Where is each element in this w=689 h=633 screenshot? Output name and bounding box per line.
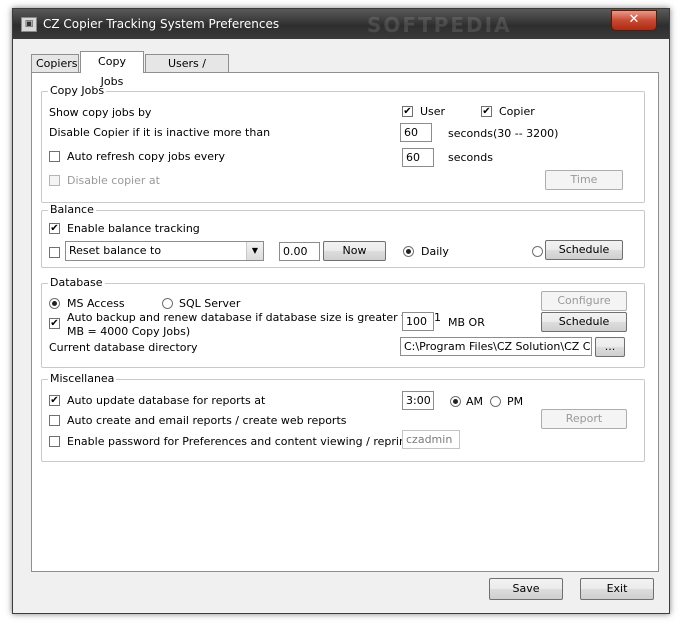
browse-button[interactable]: ... [595,337,625,357]
database-schedule-button[interactable]: Schedule [541,312,627,332]
am-radio[interactable] [450,396,461,407]
enable-balance-checkbox[interactable]: ✔ [49,223,60,234]
report-button[interactable]: Report [541,409,627,429]
auto-refresh-label: Auto refresh copy jobs every [67,150,226,163]
sql-server-label: SQL Server [179,297,241,310]
daily-label: Daily [421,245,449,258]
pm-radio[interactable] [490,396,501,407]
inactive-seconds-input[interactable]: 60 [400,123,432,142]
ms-access-radio[interactable] [49,298,60,309]
database-legend: Database [48,276,105,289]
password-input[interactable]: czadmin [402,430,460,449]
disable-at-label: Disable copier at [67,174,160,187]
time-button[interactable]: Time [545,170,623,190]
reset-balance-value: Reset balance to [69,244,162,257]
balance-schedule-button[interactable]: Schedule [545,240,623,260]
auto-create-checkbox[interactable] [49,415,60,426]
show-by-label: Show copy jobs by [49,106,152,119]
copier-label: Copier [499,105,535,118]
enable-password-checkbox[interactable] [49,436,60,447]
misc-legend: Miscellanea [48,372,117,385]
pm-label: PM [507,395,524,408]
printer-icon[interactable]: ▣ [21,17,37,32]
save-button[interactable]: Save [489,578,563,600]
close-icon[interactable]: ✕ [611,10,657,31]
tab-copy-jobs[interactable]: Copy Jobs [80,51,144,88]
user-checkbox[interactable]: ✔ [402,106,413,117]
auto-create-label: Auto create and email reports / create w… [67,414,347,427]
tab-copiers[interactable]: Copiers [31,54,79,72]
watermark: SOFTPEDIA [367,13,512,37]
db-directory-input[interactable]: C:\Program Files\CZ Solution\CZ Copier [400,337,592,356]
auto-refresh-unit: seconds [448,151,493,164]
now-button[interactable]: Now [323,241,386,261]
inactive-seconds-unit: seconds(30 -- 3200) [448,127,559,140]
auto-refresh-checkbox[interactable] [49,151,60,162]
disable-at-checkbox[interactable] [49,175,60,186]
daily-radio[interactable] [403,246,414,257]
enable-password-label: Enable password for Preferences and cont… [67,435,428,448]
report-time-input[interactable]: 3:00 [402,391,434,410]
auto-refresh-input[interactable]: 60 [402,148,434,167]
schedule-radio[interactable] [532,246,543,257]
auto-update-label: Auto update database for reports at [67,394,266,407]
user-label: User [420,105,446,118]
preferences-window: ▣ CZ Copier Tracking System Preferences … [12,8,670,614]
copier-checkbox[interactable]: ✔ [481,106,492,117]
reset-balance-select[interactable]: Reset balance to ▼ [65,241,264,261]
auto-backup-label-line1: Auto backup and renew database if databa… [67,311,441,324]
ms-access-label: MS Access [67,297,125,310]
reset-balance-checkbox[interactable] [49,247,60,258]
auto-update-checkbox[interactable]: ✔ [49,395,60,406]
chevron-down-icon[interactable]: ▼ [246,242,263,260]
backup-size-unit: MB OR [448,316,485,329]
exit-button[interactable]: Exit [580,578,654,600]
configure-button[interactable]: Configure [541,291,627,311]
backup-size-input[interactable]: 100 [402,312,434,331]
enable-balance-label: Enable balance tracking [67,222,200,235]
auto-backup-label-line2: MB = 4000 Copy Jobs) [67,325,191,338]
disable-inactive-label: Disable Copier if it is inactive more th… [49,126,271,139]
am-label: AM [466,395,484,408]
db-directory-label: Current database directory [49,341,198,354]
tab-users-groups[interactable]: Users / Groups [145,54,229,88]
balance-amount-input[interactable]: 0.00 [279,242,320,261]
tab-panel: Copy Jobs Show copy jobs by ✔ User ✔ Cop… [31,72,659,572]
auto-backup-checkbox[interactable]: ✔ [49,318,60,329]
window-title: CZ Copier Tracking System Preferences [43,17,280,31]
sql-server-radio[interactable] [162,298,173,309]
title-bar[interactable]: ▣ CZ Copier Tracking System Preferences … [13,9,669,39]
copy-jobs-legend: Copy Jobs [48,84,107,97]
balance-legend: Balance [48,203,96,216]
